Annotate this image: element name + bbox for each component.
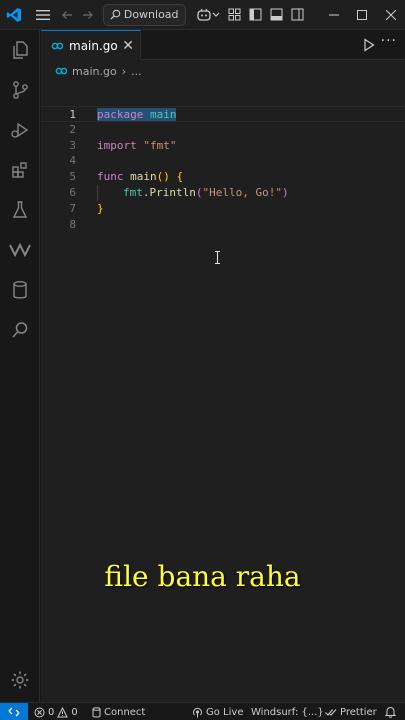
code-line: 7 } [41, 201, 405, 217]
code-line: 2 [41, 122, 405, 138]
go-file-icon [55, 67, 67, 75]
editor-area: main.go ✕ ··· main.go › ... 1 package ma… [41, 30, 405, 702]
warning-icon [57, 706, 69, 717]
menu-hamburger-icon[interactable] [29, 0, 58, 30]
error-count: 0 [48, 706, 55, 718]
breadcrumb-symbols[interactable]: ... [131, 65, 142, 78]
line-text: import "fmt" [97, 138, 177, 152]
line-number: 2 [69, 122, 76, 136]
search-label: Download [123, 8, 179, 21]
minimize-icon[interactable] [319, 0, 348, 30]
line-number: 5 [69, 170, 76, 184]
windsurf-status[interactable]: Windsurf: {...} [251, 703, 324, 720]
breadcrumb-file[interactable]: main.go [72, 65, 117, 78]
toggle-panel-icon[interactable] [266, 0, 287, 30]
settings-gear-icon[interactable] [0, 660, 40, 700]
search-icon [110, 9, 121, 20]
explorer-icon[interactable] [0, 30, 40, 70]
breadcrumb: main.go › ... [55, 61, 142, 81]
toggle-primary-sidebar-icon[interactable] [245, 0, 266, 30]
copilot-icon [197, 8, 211, 21]
title-bar: Download [0, 0, 405, 30]
chevron-down-icon [212, 12, 220, 17]
close-tab-icon[interactable]: ✕ [122, 38, 134, 54]
code-line: 8 [41, 217, 405, 233]
windsurf-label: Windsurf: {...} [251, 706, 324, 718]
notifications-bell-icon[interactable] [385, 703, 396, 720]
tab-bar: main.go ✕ ··· [41, 30, 405, 60]
line-text: fmt.Println("Hello, Go!") [123, 185, 289, 199]
windsurf-icon[interactable] [0, 230, 40, 270]
line-number: 3 [69, 138, 76, 152]
video-caption: file bana raha [104, 560, 301, 593]
source-control-icon[interactable] [0, 70, 40, 110]
line-number: 6 [69, 185, 76, 199]
line-text: } [97, 201, 104, 215]
chevron-right-icon: › [121, 64, 127, 78]
go-live-button[interactable]: Go Live [192, 703, 243, 720]
go-live-label: Go Live [206, 706, 244, 718]
code-editor[interactable]: 1 package main 2 3 import "fmt" 4 5 func… [41, 106, 405, 232]
code-line: 6 fmt.Println("Hello, Go!") [41, 184, 405, 201]
maximize-icon[interactable] [348, 0, 377, 30]
run-debug-icon[interactable] [0, 110, 40, 150]
line-text: func main() { [97, 170, 184, 184]
tab-main-go[interactable]: main.go ✕ [41, 30, 141, 60]
double-check-icon [325, 708, 337, 716]
command-center-search[interactable]: Download [102, 3, 186, 26]
run-file-icon[interactable] [363, 37, 375, 56]
vscode-logo-icon [0, 0, 29, 30]
back-arrow-icon[interactable] [57, 0, 78, 30]
line-number: 4 [69, 154, 76, 168]
copilot-menu[interactable] [192, 0, 224, 30]
testing-flask-icon[interactable] [0, 190, 40, 230]
close-window-icon[interactable] [377, 0, 405, 30]
database-small-icon [92, 706, 101, 718]
broadcast-icon [193, 707, 202, 717]
line-number: 1 [69, 108, 76, 121]
connect-status[interactable]: Connect [92, 703, 145, 720]
database-icon[interactable] [0, 270, 40, 310]
code-line: 5 func main() { [41, 169, 405, 185]
indent-guide [97, 184, 98, 201]
error-icon [34, 707, 45, 717]
more-actions-icon[interactable]: ··· [381, 33, 397, 49]
line-number: 8 [69, 217, 76, 231]
status-bar: 0 0 Connect Go Live Windsurf: {...} Pret… [0, 702, 405, 720]
warning-count: 0 [71, 706, 78, 718]
go-file-icon [51, 42, 63, 49]
activity-bar [0, 30, 40, 702]
forward-arrow-icon[interactable] [78, 0, 99, 30]
prettier-status[interactable]: Prettier [325, 703, 377, 720]
problems-status[interactable]: 0 0 [34, 703, 78, 720]
extensions-icon[interactable] [0, 150, 40, 190]
line-number: 7 [69, 201, 76, 215]
search-sidebar-icon[interactable] [0, 310, 40, 350]
remote-window-icon[interactable] [0, 703, 28, 720]
line-text: package main [97, 108, 177, 121]
code-line: 3 import "fmt" [41, 138, 405, 154]
code-line: 1 package main [41, 106, 405, 122]
prettier-label: Prettier [340, 706, 377, 718]
tab-label: main.go [69, 38, 118, 53]
connect-label: Connect [104, 706, 146, 718]
text-cursor-icon [214, 249, 221, 268]
toggle-secondary-sidebar-icon[interactable] [287, 0, 308, 30]
code-line: 4 [41, 153, 405, 169]
customize-layout-icon[interactable] [224, 0, 245, 30]
